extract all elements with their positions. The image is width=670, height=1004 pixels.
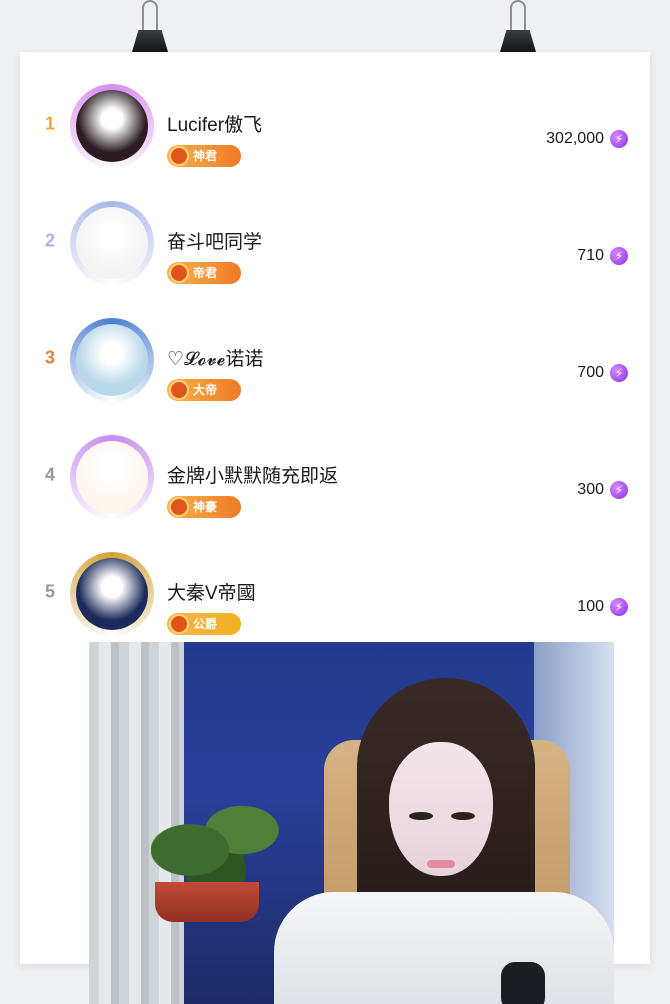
crown-badge-icon xyxy=(169,614,189,634)
lightning-coin-icon: ⚡ xyxy=(610,481,628,499)
user-name[interactable]: Lucifer傲飞 xyxy=(167,110,262,137)
ranking-row-5[interactable]: 5 大秦V帝國 公爵 100 ⚡ xyxy=(20,538,650,648)
rank-number: 4 xyxy=(44,464,55,485)
badge-label: 神君 xyxy=(193,149,218,163)
crown-badge-icon xyxy=(169,380,189,400)
ranking-row-4[interactable]: 4 金牌小默默随充即返 神豪 300 ⚡ xyxy=(20,421,650,531)
contribution-score: 100 xyxy=(577,598,604,615)
rank-number: 3 xyxy=(44,347,55,368)
avatar[interactable] xyxy=(70,552,154,636)
empire-logo-icon xyxy=(76,558,148,630)
ranking-row-1[interactable]: 1 Lucifer傲飞 神君 302,000 ⚡ xyxy=(20,70,650,180)
ranking-row-2[interactable]: 2 奋斗吧同学 帝君 710 ⚡ xyxy=(20,187,650,297)
rabbit-icon xyxy=(76,441,148,513)
user-name[interactable]: 大秦V帝國 xyxy=(167,578,256,605)
lightning-coin-icon: ⚡ xyxy=(610,598,628,616)
contribution-score: 300 xyxy=(577,481,604,498)
crown-badge-icon xyxy=(169,146,189,166)
binder-clip-right-icon xyxy=(500,0,536,54)
avatar[interactable] xyxy=(70,84,154,168)
streamer-eye-left xyxy=(409,812,433,820)
level-badge: 神君 xyxy=(167,145,241,167)
streamer-face xyxy=(389,742,493,876)
level-badge: 神豪 xyxy=(167,496,241,518)
binder-clip-left-icon xyxy=(132,0,168,54)
streamer-lips xyxy=(427,860,455,868)
meme-face-icon xyxy=(76,207,148,279)
lightning-coin-icon: ⚡ xyxy=(610,130,628,148)
streamer-eye-right xyxy=(451,812,475,820)
potted-plant xyxy=(151,790,281,890)
ranking-row-3[interactable]: 3 ♡𝓛𝓸𝓿𝓮诺诺 大帝 700 ⚡ xyxy=(20,304,650,414)
user-name[interactable]: 金牌小默默随充即返 xyxy=(167,461,338,488)
level-badge: 公爵 xyxy=(167,613,241,635)
plant-pot xyxy=(155,882,259,922)
rank-number: 5 xyxy=(44,581,55,602)
badge-label: 公爵 xyxy=(193,617,218,631)
contribution-score: 700 xyxy=(577,364,604,381)
avatar[interactable] xyxy=(70,318,154,402)
rank-number: 1 xyxy=(44,113,55,134)
rank-number: 2 xyxy=(44,230,55,251)
lotus-icon xyxy=(76,324,148,396)
level-badge: 帝君 xyxy=(167,262,241,284)
badge-label: 神豪 xyxy=(193,500,218,514)
lightning-coin-icon: ⚡ xyxy=(610,364,628,382)
portrait-woman-icon xyxy=(76,90,148,162)
contribution-score: 302,000 xyxy=(546,130,604,147)
live-video-stream[interactable] xyxy=(89,642,614,1004)
user-name[interactable]: 奋斗吧同学 xyxy=(167,227,262,254)
user-name[interactable]: ♡𝓛𝓸𝓿𝓮诺诺 xyxy=(167,344,263,371)
microphone-icon xyxy=(501,962,545,1004)
crown-badge-icon xyxy=(169,263,189,283)
contribution-score: 710 xyxy=(577,247,604,264)
crown-badge-icon xyxy=(169,497,189,517)
avatar[interactable] xyxy=(70,201,154,285)
level-badge: 大帝 xyxy=(167,379,241,401)
lightning-coin-icon: ⚡ xyxy=(610,247,628,265)
badge-label: 大帝 xyxy=(193,383,218,397)
avatar[interactable] xyxy=(70,435,154,519)
badge-label: 帝君 xyxy=(193,266,218,280)
streamer-shirt xyxy=(274,892,614,1004)
